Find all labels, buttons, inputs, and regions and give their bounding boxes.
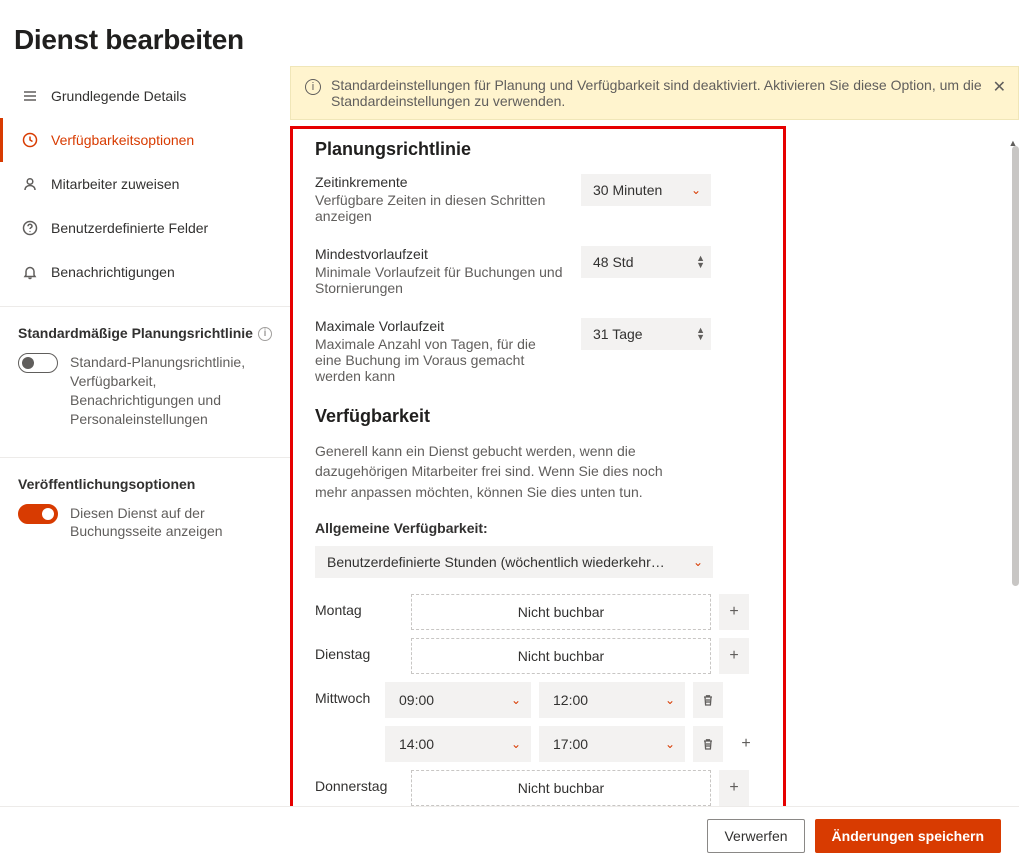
- sidebar: Grundlegende Details Verfügbarkeitsoptio…: [0, 66, 290, 838]
- min-lead-value: 48 Std: [593, 254, 696, 270]
- nav-item-assign-staff[interactable]: Mitarbeiter zuweisen: [0, 162, 290, 206]
- max-lead-value: 31 Tage: [593, 326, 696, 342]
- scrollbar-thumb[interactable]: [1012, 146, 1019, 586]
- nav-label: Grundlegende Details: [51, 88, 186, 104]
- add-slot-button[interactable]: +: [719, 594, 749, 630]
- not-bookable: Nicht buchbar: [411, 638, 711, 674]
- day-name: Montag: [315, 594, 403, 618]
- nav-item-availability-options[interactable]: Verfügbarkeitsoptionen: [0, 118, 290, 162]
- stepper-down-icon[interactable]: ▼: [696, 334, 705, 341]
- field-time-increments: Zeitinkremente Verfügbare Zeiten in dies…: [315, 174, 761, 224]
- min-lead-sub: Minimale Vorlaufzeit für Buchungen und S…: [315, 264, 565, 296]
- max-lead-label: Maximale Vorlaufzeit: [315, 318, 565, 334]
- section-planning-title: Planungsrichtlinie: [315, 139, 761, 160]
- max-lead-stepper[interactable]: 31 Tage ▲▼: [581, 318, 711, 350]
- person-icon: [21, 175, 39, 193]
- main-panel: Planungsrichtlinie Zeitinkremente Verfüg…: [290, 126, 786, 838]
- availability-mode-value: Benutzerdefinierte Stunden (wöchentlich …: [327, 554, 665, 570]
- bell-icon: [21, 263, 39, 281]
- nav-list: Grundlegende Details Verfügbarkeitsoptio…: [0, 66, 290, 294]
- close-icon[interactable]: ✕: [993, 77, 1006, 97]
- discard-button[interactable]: Verwerfen: [707, 819, 804, 853]
- publish-options-title: Veröffentlichungsoptionen: [18, 476, 195, 492]
- day-row: Montag Nicht buchbar+: [315, 594, 761, 630]
- increment-label: Zeitinkremente: [315, 174, 565, 190]
- time-from-dropdown[interactable]: 14:00⌄: [385, 726, 531, 762]
- day-name: Dienstag: [315, 638, 403, 662]
- info-icon[interactable]: i: [258, 327, 272, 341]
- nav-label: Benutzerdefinierte Felder: [51, 220, 208, 236]
- list-icon: [21, 87, 39, 105]
- publish-toggle[interactable]: [18, 504, 58, 524]
- availability-desc: Generell kann ein Dienst gebucht werden,…: [315, 441, 695, 502]
- field-min-lead: Mindestvorlaufzeit Minimale Vorlaufzeit …: [315, 246, 761, 296]
- nav-label: Benachrichtigungen: [51, 264, 175, 280]
- min-lead-label: Mindestvorlaufzeit: [315, 246, 565, 262]
- availability-mode-dropdown[interactable]: Benutzerdefinierte Stunden (wöchentlich …: [315, 546, 713, 578]
- day-row: Mittwoch 09:00⌄12:00⌄14:00⌄17:00⌄ +: [315, 682, 761, 762]
- default-policy-desc: Standard-Planungsrichtlinie, Verfügbarke…: [70, 353, 272, 429]
- question-icon: [21, 219, 39, 237]
- nav-label: Verfügbarkeitsoptionen: [51, 132, 194, 148]
- max-lead-sub: Maximale Anzahl von Tagen, für die eine …: [315, 336, 565, 384]
- nav-label: Mitarbeiter zuweisen: [51, 176, 179, 192]
- nav-item-basic-details[interactable]: Grundlegende Details: [0, 74, 290, 118]
- page-title: Dienst bearbeiten: [0, 0, 1019, 66]
- increment-dropdown[interactable]: 30 Minuten ⌄: [581, 174, 711, 206]
- time-to-dropdown[interactable]: 12:00⌄: [539, 682, 685, 718]
- add-slot-button[interactable]: +: [731, 726, 761, 762]
- not-bookable: Nicht buchbar: [411, 594, 711, 630]
- day-row: Dienstag Nicht buchbar+: [315, 638, 761, 674]
- info-banner: i Standardeinstellungen für Planung und …: [290, 66, 1019, 120]
- day-name: Donnerstag: [315, 770, 403, 794]
- time-from-dropdown[interactable]: 09:00⌄: [385, 682, 531, 718]
- clock-icon: [21, 131, 39, 149]
- day-name: Mittwoch: [315, 682, 377, 706]
- add-slot-button[interactable]: +: [719, 770, 749, 806]
- save-button[interactable]: Änderungen speichern: [815, 819, 1001, 853]
- section-availability-title: Verfügbarkeit: [315, 406, 761, 427]
- nav-item-custom-fields[interactable]: Benutzerdefinierte Felder: [0, 206, 290, 250]
- publish-desc: Diesen Dienst auf der Buchungsseite anze…: [70, 504, 272, 542]
- field-max-lead: Maximale Vorlaufzeit Maximale Anzahl von…: [315, 318, 761, 384]
- publish-options-card: Veröffentlichungsoptionen Diesen Dienst …: [0, 457, 290, 558]
- availability-day-grid: MontagNicht buchbar+DienstagNicht buchba…: [315, 594, 761, 838]
- default-policy-toggle[interactable]: [18, 353, 58, 373]
- increment-sub: Verfügbare Zeiten in diesen Schritten an…: [315, 192, 565, 224]
- time-to-dropdown[interactable]: 17:00⌄: [539, 726, 685, 762]
- default-policy-card: Standardmäßige Planungsrichtlinie i Stan…: [0, 306, 290, 445]
- footer: Verwerfen Änderungen speichern: [0, 806, 1019, 865]
- min-lead-stepper[interactable]: 48 Std ▲▼: [581, 246, 711, 278]
- increment-value: 30 Minuten: [593, 182, 662, 198]
- info-icon: i: [305, 79, 321, 95]
- delete-slot-button[interactable]: [693, 682, 723, 718]
- chevron-down-icon: ⌄: [693, 555, 703, 569]
- day-row: Donnerstag Nicht buchbar+: [315, 770, 761, 806]
- not-bookable: Nicht buchbar: [411, 770, 711, 806]
- nav-item-notifications[interactable]: Benachrichtigungen: [0, 250, 290, 294]
- chevron-down-icon: ⌄: [691, 183, 701, 197]
- add-slot-button[interactable]: +: [719, 638, 749, 674]
- banner-text: Standardeinstellungen für Planung und Ve…: [331, 77, 982, 109]
- general-availability-label: Allgemeine Verfügbarkeit:: [315, 520, 761, 536]
- default-policy-title: Standardmäßige Planungsrichtlinie: [18, 325, 253, 341]
- delete-slot-button[interactable]: [693, 726, 723, 762]
- stepper-down-icon[interactable]: ▼: [696, 262, 705, 269]
